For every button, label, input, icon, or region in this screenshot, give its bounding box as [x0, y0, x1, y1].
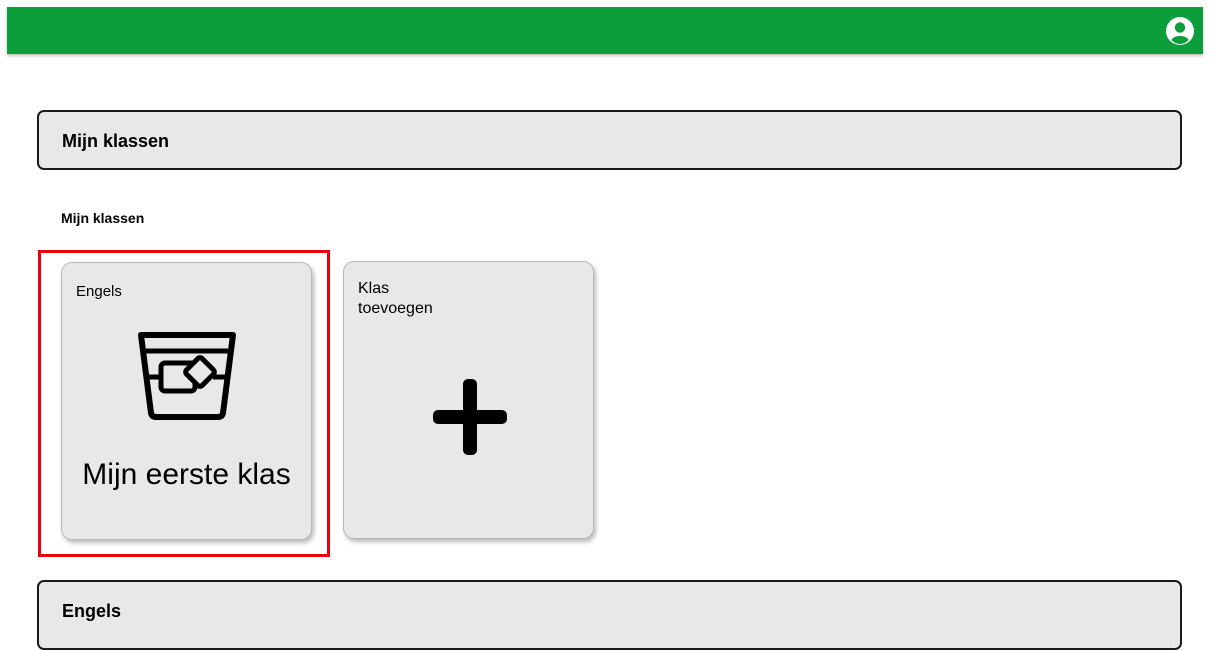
- class-subject-label: Engels: [76, 283, 122, 300]
- user-circle-icon[interactable]: [1165, 16, 1195, 46]
- add-class-label: Klas toevoegen: [358, 280, 433, 317]
- glass-with-ice-icon: [138, 332, 236, 420]
- add-class-card[interactable]: Klas toevoegen: [343, 261, 594, 539]
- my-classes-subheading: Mijn klassen: [61, 210, 145, 226]
- class-card[interactable]: Engels Mijn eerste klas: [61, 262, 312, 540]
- top-bar: [7, 7, 1203, 54]
- section-title: Engels: [62, 601, 122, 621]
- engels-section-header[interactable]: Engels: [37, 580, 1182, 650]
- section-title: Mijn klassen: [62, 131, 170, 151]
- plus-icon: [433, 379, 507, 455]
- my-classes-section-header[interactable]: Mijn klassen: [37, 110, 1182, 170]
- class-name: Mijn eerste klas: [82, 458, 291, 491]
